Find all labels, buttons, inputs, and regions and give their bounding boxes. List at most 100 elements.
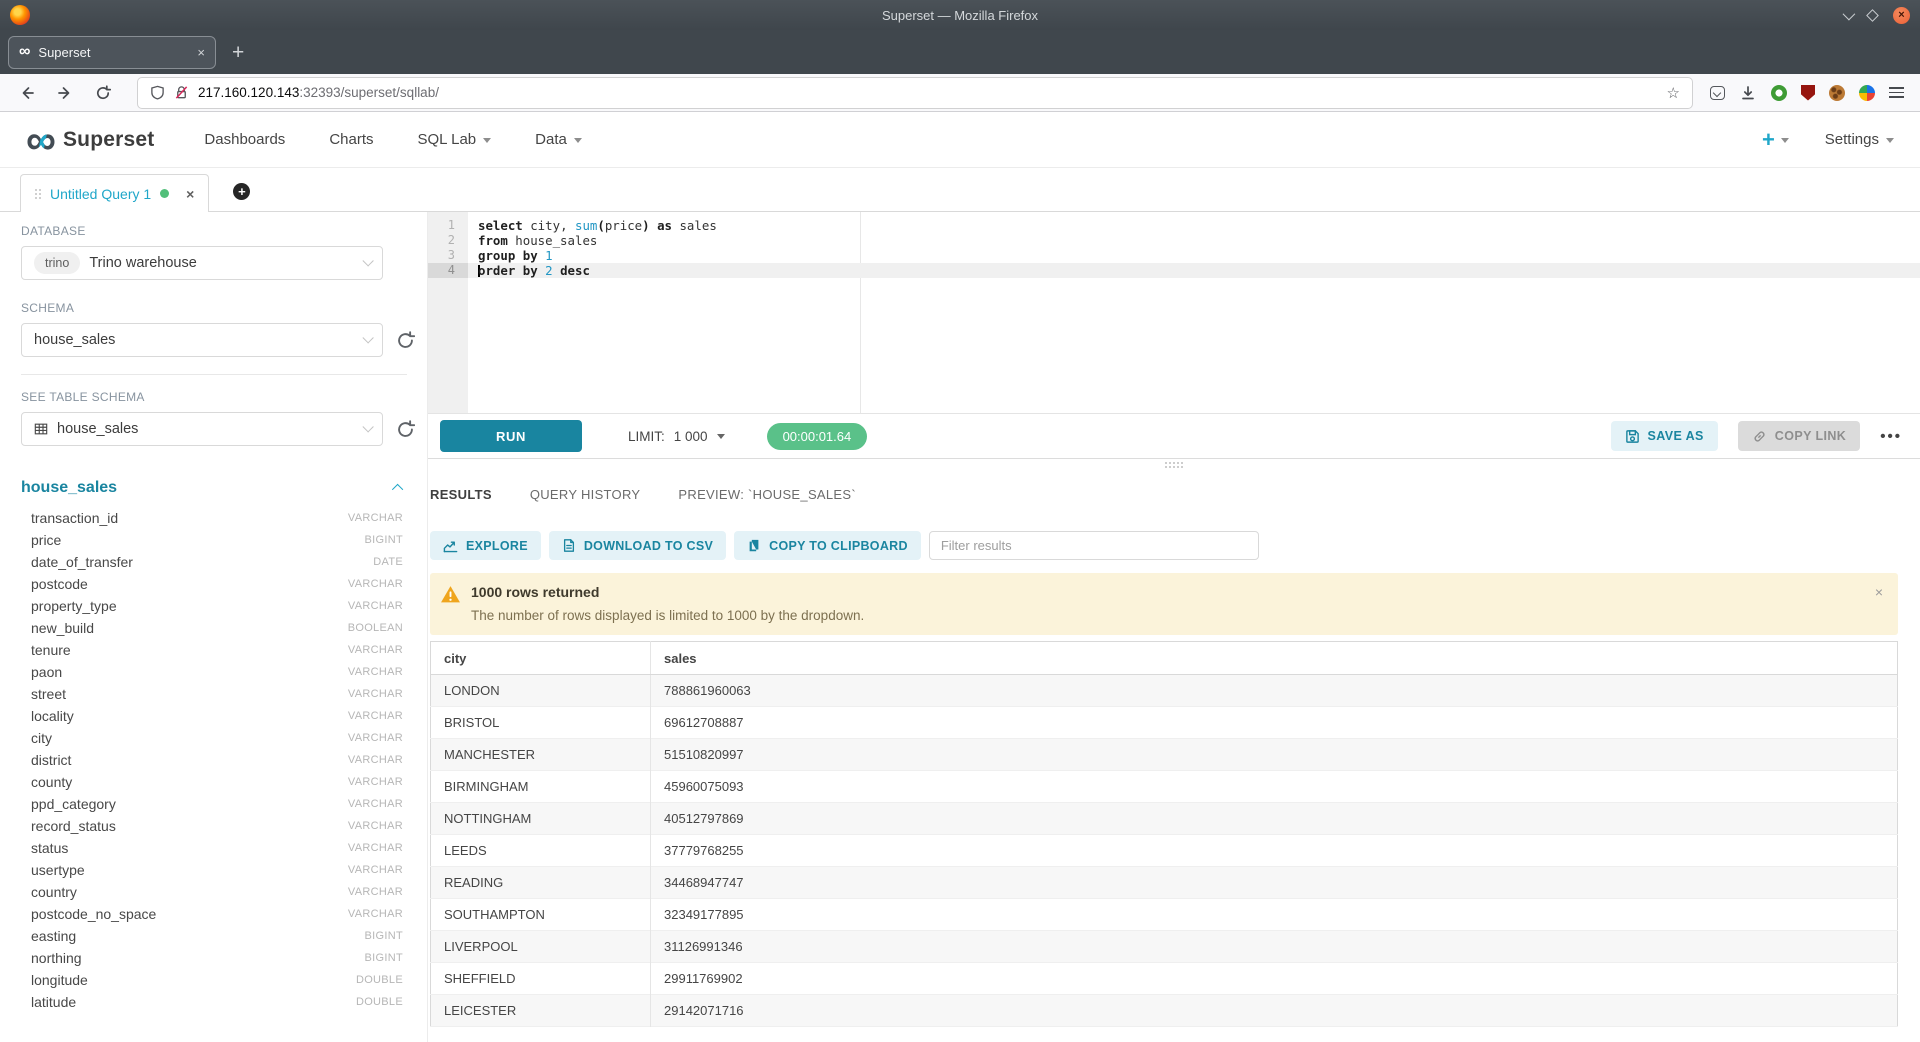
sql-line[interactable]: order by 2 desc [468,263,1920,278]
schema-column-row[interactable]: latitudeDOUBLE [0,991,427,1013]
window-close-button[interactable]: × [1893,7,1910,24]
table-cell: 788861960063 [651,675,1898,707]
run-button[interactable]: RUN [440,420,582,452]
extension-shield-icon[interactable] [1801,85,1815,101]
database-select[interactable]: trino Trino warehouse [21,246,383,280]
refresh-schema-icon[interactable] [396,331,415,350]
table-row[interactable]: NOTTINGHAM40512797869 [431,803,1898,835]
sql-line[interactable]: select city, sum(price) as sales [468,218,1920,233]
schema-column-row[interactable]: paonVARCHAR [0,661,427,683]
table-row[interactable]: BIRMINGHAM45960075093 [431,771,1898,803]
table-row[interactable]: BRISTOL69612708887 [431,707,1898,739]
schema-column-row[interactable]: property_typeVARCHAR [0,595,427,617]
settings-menu[interactable]: Settings [1825,131,1894,148]
schema-column-row[interactable]: localityVARCHAR [0,705,427,727]
limit-dropdown[interactable]: LIMIT: 1 000 [628,429,725,444]
schema-column-row[interactable]: countyVARCHAR [0,771,427,793]
table-row[interactable]: LEICESTER29142071716 [431,995,1898,1027]
tab-close-icon[interactable]: × [197,45,205,60]
copy-clipboard-button[interactable]: COPY TO CLIPBOARD [734,531,921,560]
refresh-table-icon[interactable] [396,420,415,439]
table-row[interactable]: MANCHESTER51510820997 [431,739,1898,771]
schema-column-row[interactable]: tenureVARCHAR [0,639,427,661]
schema-column-row[interactable]: statusVARCHAR [0,837,427,859]
alert-close-icon[interactable]: × [1875,584,1883,600]
tab-results[interactable]: RESULTS [430,487,492,502]
copy-link-button[interactable]: COPY LINK [1738,421,1860,451]
results-column-header[interactable]: city [431,642,651,675]
schema-column-row[interactable]: countryVARCHAR [0,881,427,903]
table-select[interactable]: house_sales [21,412,383,446]
query-tab-close-icon[interactable]: × [186,186,194,202]
sql-editor[interactable]: 1234 select city, sum(price) as salesfro… [428,212,1920,413]
schema-column-row[interactable]: usertypeVARCHAR [0,859,427,881]
schema-column-row[interactable]: date_of_transferDATE [0,551,427,573]
schema-column-row[interactable]: postcodeVARCHAR [0,573,427,595]
column-type: BIGINT [365,930,403,942]
new-item-button[interactable]: + [1762,129,1789,151]
sql-line[interactable]: group by 1 [468,248,1920,263]
window-minimize-icon[interactable] [1843,7,1856,20]
pane-splitter[interactable] [428,459,1920,471]
schema-column-row[interactable]: priceBIGINT [0,529,427,551]
save-as-button[interactable]: SAVE AS [1611,421,1718,451]
browser-window: Superset — Mozilla Firefox × ∞ Superset … [0,0,1920,1042]
nav-item-charts[interactable]: Charts [329,131,373,148]
table-row[interactable]: LONDON788861960063 [431,675,1898,707]
bookmark-star-icon[interactable]: ☆ [1667,84,1680,102]
table-row[interactable]: LEEDS37779768255 [431,835,1898,867]
tab-query-history[interactable]: QUERY HISTORY [530,487,641,502]
more-actions-button[interactable]: ••• [1880,428,1902,445]
nav-item-dashboards[interactable]: Dashboards [204,131,285,148]
schema-select[interactable]: house_sales [21,323,383,357]
window-maximize-icon[interactable] [1866,9,1879,22]
back-button[interactable] [12,79,42,107]
query-tab-active[interactable]: Untitled Query 1 × [20,174,209,212]
browser-tab[interactable]: ∞ Superset × [8,36,216,69]
add-query-tab-button[interactable]: + [233,183,250,200]
extension-pinwheel-icon[interactable] [1859,85,1875,101]
forward-button[interactable] [50,79,80,107]
column-name: postcode [31,576,88,592]
explore-button[interactable]: EXPLORE [430,531,541,560]
nav-item-data[interactable]: Data [535,131,582,148]
schema-column-row[interactable]: districtVARCHAR [0,749,427,771]
schema-column-row[interactable]: longitudeDOUBLE [0,969,427,991]
superset-logo[interactable]: ∞∞ Superset [26,125,154,155]
database-value: Trino warehouse [89,255,196,271]
sql-line[interactable]: from house_sales [468,233,1920,248]
schema-column-row[interactable]: eastingBIGINT [0,925,427,947]
extension-green-icon[interactable] [1771,85,1787,101]
editor-code[interactable]: select city, sum(price) as salesfrom hou… [468,212,1920,413]
table-row[interactable]: LIVERPOOL31126991346 [431,931,1898,963]
filter-results-input[interactable] [929,531,1259,560]
table-row[interactable]: SOUTHAMPTON32349177895 [431,899,1898,931]
schema-column-row[interactable]: cityVARCHAR [0,727,427,749]
table-row[interactable]: SHEFFIELD29911769902 [431,963,1898,995]
schema-column-row[interactable]: northingBIGINT [0,947,427,969]
nav-item-sql-lab[interactable]: SQL Lab [418,131,492,148]
table-cell: 34468947747 [651,867,1898,899]
schema-column-row[interactable]: new_buildBOOLEAN [0,617,427,639]
schema-column-row[interactable]: streetVARCHAR [0,683,427,705]
results-column-header[interactable]: sales [651,642,1898,675]
schema-column-row[interactable]: record_statusVARCHAR [0,815,427,837]
table-name-heading[interactable]: house_sales [21,479,117,497]
insecure-lock-icon[interactable] [174,85,189,100]
schema-column-row[interactable]: ppd_categoryVARCHAR [0,793,427,815]
shield-permissions-icon[interactable] [150,85,165,100]
collapse-chevron-icon[interactable] [392,484,403,495]
new-tab-button[interactable]: + [232,42,244,63]
pocket-icon[interactable] [1710,86,1725,100]
table-row[interactable]: READING34468947747 [431,867,1898,899]
hamburger-menu-icon[interactable] [1889,87,1904,98]
downloads-icon[interactable] [1739,79,1757,107]
tab-preview-house-sales[interactable]: PREVIEW: `HOUSE_SALES` [678,487,856,502]
extension-cookie-icon[interactable] [1829,85,1845,101]
schema-column-row[interactable]: postcode_no_spaceVARCHAR [0,903,427,925]
reload-button[interactable] [88,79,118,107]
schema-column-row[interactable]: transaction_idVARCHAR [0,507,427,529]
drag-handle-icon[interactable] [35,189,37,191]
download-csv-button[interactable]: DOWNLOAD TO CSV [549,531,726,560]
url-bar[interactable]: 217.160.120.143:32393/superset/sqllab/ ☆ [138,78,1692,108]
